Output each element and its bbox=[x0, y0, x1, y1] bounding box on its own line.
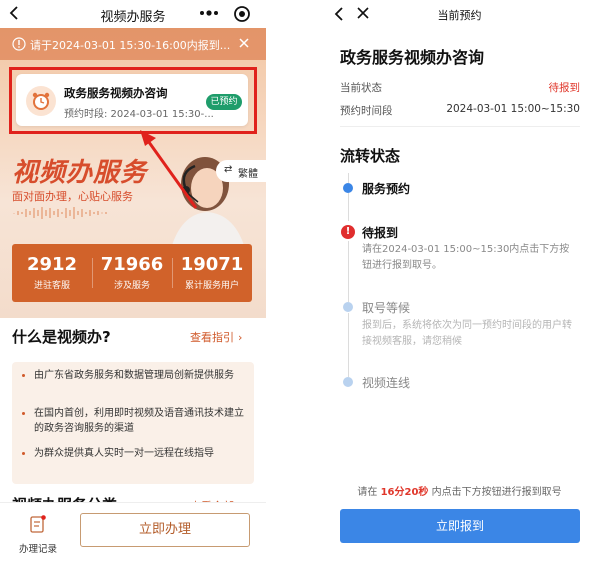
stat-value: 19071 bbox=[180, 254, 244, 275]
list-item: 在国内首创，利用即时视频及语音通讯技术建立的政务咨询服务的渠道 bbox=[20, 406, 248, 436]
flow-status-title: 流转状态 bbox=[340, 147, 401, 165]
info-icon bbox=[12, 37, 26, 51]
step-description: 请在2024-03-01 15:00~15:30内点击下方按钮进行报到取号。 bbox=[362, 244, 570, 271]
toggle-label: 繁體 bbox=[238, 169, 258, 180]
notice-text: 请于2024-03-01 15:30-16:00内报到... bbox=[30, 39, 231, 52]
bullet-dot-icon bbox=[22, 374, 25, 377]
page-title: 当前预约 bbox=[437, 9, 482, 22]
appointment-notice-bar[interactable]: 请于2024-03-01 15:30-16:00内报到... bbox=[0, 28, 266, 60]
timeline-line bbox=[348, 193, 349, 221]
stat-label: 累计服务用户 bbox=[184, 281, 239, 291]
period-value: 2024-03-01 15:00~15:30 bbox=[446, 103, 580, 115]
status-label: 当前状态 bbox=[340, 82, 382, 94]
stat-value: 71966 bbox=[100, 254, 164, 275]
list-item-text: 由广东省政务服务和数据管理局创新提供服务 bbox=[34, 370, 234, 381]
step-name: 取号等候 bbox=[362, 301, 411, 315]
stat-item: 2912 进驻客服 bbox=[12, 254, 92, 291]
statistics-panel: 2912 进驻客服 71966 涉及服务 19071 累计服务用户 bbox=[12, 244, 252, 302]
period-label: 预约时间段 bbox=[340, 105, 393, 117]
stat-item: 71966 涉及服务 bbox=[92, 254, 172, 291]
timeline-line bbox=[348, 173, 349, 183]
stat-value: 2912 bbox=[26, 254, 78, 275]
bottom-action-bar: 办理记录 立即办理 bbox=[0, 502, 266, 562]
sound-wave-decoration bbox=[13, 207, 107, 219]
section-title: 什么是视频办? bbox=[12, 328, 111, 346]
divider bbox=[340, 126, 580, 127]
top-nav-bar: 当前预约 bbox=[326, 0, 593, 28]
step-completed-dot-icon bbox=[343, 183, 353, 193]
list-item-text: 为群众提供真人实时一对一远程在线指导 bbox=[34, 448, 214, 459]
document-icon bbox=[30, 515, 46, 533]
timeline-line bbox=[348, 241, 349, 302]
chevron-right-icon: › bbox=[238, 331, 243, 344]
appointment-title: 政务服务视频办咨询 bbox=[340, 48, 485, 67]
bottom-action-bar: 请在 16分20秒 内点击下方按钮进行报到取号 立即报到 bbox=[326, 470, 593, 562]
step-name: 服务预约 bbox=[362, 182, 411, 196]
timeline-line bbox=[348, 313, 349, 377]
countdown-tip: 请在 16分20秒 内点击下方按钮进行报到取号 bbox=[326, 483, 593, 498]
warning-icon: ! bbox=[341, 225, 355, 239]
tip-prefix: 请在 bbox=[357, 487, 378, 498]
hero-title: 视频办服务 bbox=[12, 158, 148, 188]
page-title: 视频办服务 bbox=[100, 10, 166, 25]
list-item: 为群众提供真人实时一对一远程在线指导 bbox=[20, 446, 248, 461]
list-item-text: 在国内首创，利用即时视频及语音通讯技术建立的政务咨询服务的渠道 bbox=[34, 408, 244, 434]
current-appointment-screen: 当前预约 政务服务视频办咨询 当前状态 待报到 预约时间段 2024-03-01… bbox=[326, 0, 593, 562]
step-description: 报到后，系统将依次为同一预约时间段的用户转接视频客服，请您稍候 bbox=[362, 320, 572, 347]
countdown-timer: 16分20秒 bbox=[380, 487, 429, 498]
list-item: 由广东省政务服务和数据管理局创新提供服务 bbox=[20, 368, 248, 383]
close-miniprogram-icon[interactable] bbox=[232, 4, 252, 24]
more-options-icon[interactable] bbox=[196, 4, 222, 22]
close-notice-icon[interactable] bbox=[238, 37, 250, 49]
apply-now-button[interactable]: 立即办理 bbox=[80, 513, 250, 547]
records-button[interactable]: 办理记录 bbox=[16, 511, 60, 555]
swap-icon: ⇄ bbox=[224, 164, 233, 175]
guide-link-label: 查看指引 bbox=[190, 331, 234, 344]
step-pending-dot-icon bbox=[343, 377, 353, 387]
step-name: 视频连线 bbox=[362, 376, 411, 390]
view-guide-link[interactable]: 查看指引 › bbox=[190, 329, 242, 345]
customer-service-illustration bbox=[170, 157, 246, 252]
highlight-annotation-box bbox=[9, 67, 257, 134]
stat-item: 19071 累计服务用户 bbox=[172, 254, 252, 291]
stat-label: 涉及服务 bbox=[113, 281, 150, 291]
stat-label: 进驻客服 bbox=[33, 281, 70, 291]
bullet-dot-icon bbox=[22, 412, 25, 415]
bullet-dot-icon bbox=[22, 452, 25, 455]
tip-suffix: 内点击下方按钮进行报到取号 bbox=[431, 487, 562, 498]
video-service-home-screen: 视频办服务 请于2024-03-01 15:30-16:00内报到... 政务服… bbox=[0, 0, 266, 562]
records-label: 办理记录 bbox=[18, 544, 57, 555]
top-nav-bar: 视频办服务 bbox=[0, 0, 266, 28]
screenshot-stage: 视频办服务 请于2024-03-01 15:30-16:00内报到... 政务服… bbox=[0, 0, 593, 562]
intro-list: 由广东省政务服务和数据管理局创新提供服务 在国内首创，利用即时视频及语音通讯技术… bbox=[12, 362, 254, 484]
step-name: 待报到 bbox=[362, 226, 399, 240]
step-pending-dot-icon bbox=[343, 302, 353, 312]
check-in-button[interactable]: 立即报到 bbox=[340, 509, 580, 543]
traditional-chinese-toggle[interactable]: ⇄ 繁體 bbox=[216, 160, 266, 182]
hero-subtitle: 面对面办理，心贴心服务 bbox=[12, 190, 133, 203]
status-value: 待报到 bbox=[548, 82, 581, 94]
